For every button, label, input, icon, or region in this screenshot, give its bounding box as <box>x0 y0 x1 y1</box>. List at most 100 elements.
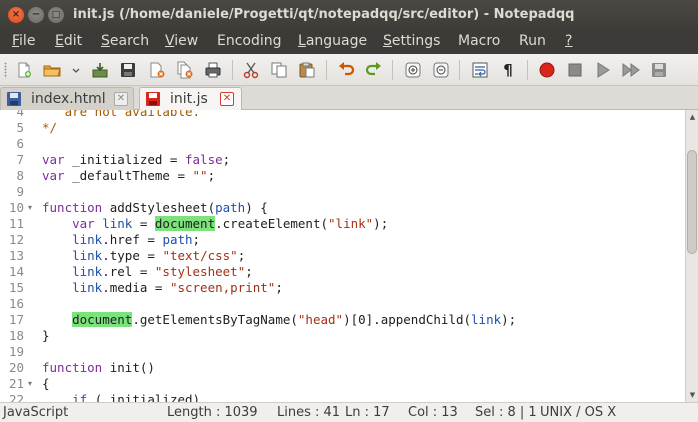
code-token: if <box>72 392 88 402</box>
close-all-icon[interactable] <box>175 60 195 80</box>
code-token: .media = <box>102 280 170 295</box>
code-line: if (_initialized) <box>42 392 200 402</box>
tab-bar: index.html ✕ init.js ✕ <box>0 86 698 111</box>
code-token: )[ <box>343 312 359 327</box>
status-eol[interactable]: UNIX / OS X <box>540 405 616 420</box>
tab-close-button[interactable]: ✕ <box>114 92 128 106</box>
pilcrow-icon[interactable]: ¶ <box>498 60 518 80</box>
fold-marker-icon[interactable]: ▾ <box>28 200 32 216</box>
menu-macro-label: Macro <box>458 33 501 49</box>
copy-icon[interactable] <box>269 60 289 80</box>
menu-search[interactable]: Search <box>101 33 149 49</box>
menu-settings-mnemonic: S <box>383 33 392 49</box>
code-token: "" <box>192 168 208 183</box>
window-close-button[interactable]: × <box>8 7 24 23</box>
toolbar-grip[interactable] <box>4 62 7 78</box>
line-number: 22 <box>8 392 24 402</box>
code-token: ; <box>207 168 216 183</box>
reload-icon[interactable] <box>90 60 110 80</box>
code-token: _defaultTheme = <box>64 168 193 183</box>
print-icon[interactable] <box>203 60 223 80</box>
status-length: Length : 1039 <box>167 405 258 420</box>
zoom-in-icon[interactable] <box>403 60 423 80</box>
undo-icon[interactable] <box>336 60 356 80</box>
menu-run-label: Run <box>519 33 546 49</box>
toolbar-separator <box>459 60 460 80</box>
menu-settings-rest: ettings <box>391 33 441 49</box>
line-number: 6 <box>16 136 24 151</box>
menu-search-mnemonic: S <box>101 33 110 49</box>
save-icon <box>146 92 160 106</box>
paste-icon[interactable] <box>297 60 317 80</box>
code-token: false <box>185 152 223 167</box>
play-macro-icon[interactable] <box>593 60 613 80</box>
vertical-scrollbar[interactable]: ▲ ▼ <box>685 110 698 402</box>
save-icon[interactable] <box>118 60 138 80</box>
code-token: "head" <box>297 312 344 327</box>
line-number: 9 <box>16 184 24 199</box>
menu-language[interactable]: Language <box>298 33 367 49</box>
redo-icon[interactable] <box>364 60 384 80</box>
code-token: function <box>42 200 103 215</box>
dropdown-icon[interactable] <box>70 60 82 80</box>
tab-close-button[interactable]: ✕ <box>220 92 234 106</box>
menu-settings[interactable]: Settings <box>383 33 440 49</box>
code-token: are not available. <box>42 110 201 119</box>
code-token: init() <box>102 360 155 375</box>
toolbar-separator <box>392 60 393 80</box>
record-macro-icon[interactable] <box>537 60 557 80</box>
open-folder-icon[interactable] <box>42 60 62 80</box>
code-token: .href = <box>102 232 163 247</box>
menu-view[interactable]: View <box>165 33 198 49</box>
tab-label: index.html <box>31 91 106 107</box>
status-line-number: Ln : 17 <box>345 405 390 420</box>
code-line: } <box>42 328 50 344</box>
status-language[interactable]: JavaScript <box>3 405 68 420</box>
code-line: */ <box>42 120 57 136</box>
code-token: ); <box>373 216 389 231</box>
cut-icon[interactable] <box>241 60 261 80</box>
title-bar: × − □ init.js (/home/daniele/Progetti/qt… <box>0 0 698 30</box>
stop-macro-icon[interactable] <box>565 60 585 80</box>
menu-file-rest: ile <box>19 33 36 49</box>
code-token: path <box>215 200 246 215</box>
code-line: var _defaultTheme = ""; <box>42 168 215 184</box>
menu-view-mnemonic: V <box>165 33 175 49</box>
save-macro-icon[interactable] <box>649 60 669 80</box>
code-token: var <box>42 152 65 167</box>
scrollbar-thumb[interactable] <box>687 150 697 254</box>
status-selection: Sel : 8 | 1 <box>475 405 537 420</box>
window-maximize-button[interactable]: □ <box>48 7 64 23</box>
save-icon <box>7 92 21 106</box>
scroll-up-icon[interactable]: ▲ <box>687 111 698 123</box>
code-token: ; <box>245 264 253 279</box>
menu-help[interactable]: ? <box>565 33 572 49</box>
word-wrap-icon[interactable] <box>470 60 490 80</box>
line-number: 20 <box>8 360 24 375</box>
play-multiple-icon[interactable] <box>621 60 641 80</box>
menu-edit-rest: dit <box>63 33 83 49</box>
zoom-out-icon[interactable] <box>431 60 451 80</box>
tab-index-html[interactable]: index.html ✕ <box>0 87 134 110</box>
menu-run[interactable]: Run <box>519 33 546 49</box>
window-minimize-button[interactable]: − <box>28 7 44 23</box>
save-all-icon[interactable] <box>147 60 167 80</box>
menu-file[interactable]: File <box>12 33 35 49</box>
code-token: link <box>72 264 103 279</box>
toolbar-separator <box>326 60 327 80</box>
new-file-icon[interactable] <box>14 60 34 80</box>
line-number-gutter: 4 5 6 7 8 9 10 ▾ 11 12 13 14 15 16 17 18 19 20 21 ▾ 22 <box>0 110 36 402</box>
scroll-down-icon[interactable]: ▼ <box>687 389 698 401</box>
code-line: link.href = path; <box>42 232 200 248</box>
code-token: "screen,print" <box>169 280 276 295</box>
tab-init-js[interactable]: init.js ✕ <box>139 87 242 111</box>
code-line: link.type = "text/css"; <box>42 248 245 264</box>
line-number: 14 <box>8 264 24 279</box>
code-editor[interactable]: 4 5 6 7 8 9 10 ▾ 11 12 13 14 15 16 17 18 19 20 21 ▾ 22 are n… <box>0 110 685 402</box>
menu-language-rest: anguage <box>305 33 368 49</box>
menu-encoding[interactable]: Encoding <box>217 33 282 49</box>
menu-edit[interactable]: Edit <box>55 33 82 49</box>
menu-macro[interactable]: Macro <box>458 33 500 49</box>
fold-marker-icon[interactable]: ▾ <box>28 376 32 392</box>
